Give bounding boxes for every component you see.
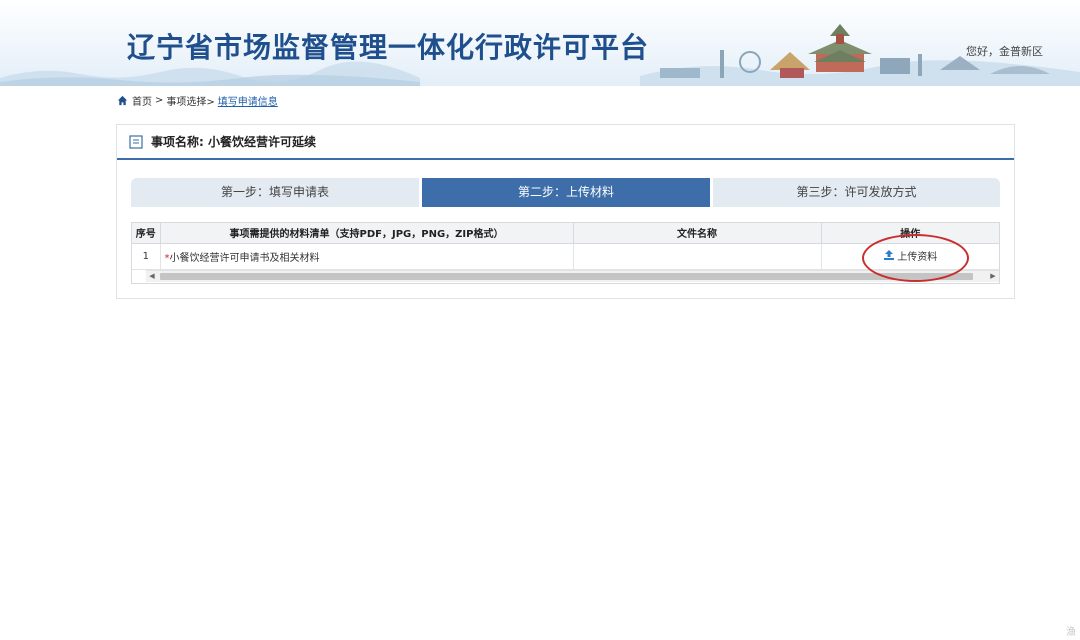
breadcrumb-item-select[interactable]: 事项选择> (166, 93, 214, 108)
upload-label: 上传资料 (897, 251, 938, 263)
application-panel: 事项名称: 小餐饮经营许可延续 第一步：填写申请表 第二步：上传材料 第三步：许… (116, 124, 1015, 299)
row-material: *小餐饮经营许可申请书及相关材料 (160, 243, 574, 270)
item-name-label: 事项名称: 小餐饮经营许可延续 (151, 135, 316, 149)
upload-icon (884, 250, 895, 261)
home-icon (117, 95, 128, 106)
header-index: 序号 (132, 223, 161, 244)
breadcrumb-current[interactable]: 填写申请信息 (218, 93, 278, 108)
row-action: 上传资料 (821, 243, 999, 270)
breadcrumb: 首页 > 事项选择> 填写申请信息 (117, 93, 278, 108)
material-name: 小餐饮经营许可申请书及相关材料 (169, 252, 320, 264)
table-header-row: 序号 事项需提供的材料清单（支持PDF，JPG，PNG，ZIP格式） 文件名称 … (132, 223, 999, 244)
page-header: 辽宁省市场监督管理一体化行政许可平台 您好，金普新区 (0, 0, 1080, 86)
breadcrumb-home[interactable]: 首页 (132, 93, 152, 108)
document-icon (129, 134, 143, 149)
panel-header: 事项名称: 小餐饮经营许可延续 (117, 125, 1014, 160)
upload-material-button[interactable]: 上传资料 (883, 248, 937, 263)
scroll-left-icon[interactable]: ◀ (146, 271, 158, 282)
step-tab-2[interactable]: 第二步：上传材料 (422, 178, 710, 207)
header-materials: 事项需提供的材料清单（支持PDF，JPG，PNG，ZIP格式） (160, 223, 574, 244)
step-tab-1[interactable]: 第一步：填写申请表 (131, 178, 419, 207)
breadcrumb-separator: > (155, 95, 164, 106)
row-filename (573, 243, 822, 270)
table-row: 1 *小餐饮经营许可申请书及相关材料 上传资料 (132, 243, 999, 270)
materials-table: 序号 事项需提供的材料清单（支持PDF，JPG，PNG，ZIP格式） 文件名称 … (131, 222, 1000, 284)
row-index: 1 (132, 243, 161, 270)
platform-title: 辽宁省市场监督管理一体化行政许可平台 (127, 31, 650, 64)
user-greeting: 您好，金普新区 (966, 45, 1043, 58)
corner-watermark: 渔 (1066, 627, 1076, 638)
scroll-right-icon[interactable]: ▶ (987, 271, 999, 282)
scrollbar-thumb[interactable] (160, 273, 973, 280)
step-tabs: 第一步：填写申请表 第二步：上传材料 第三步：许可发放方式 (131, 178, 1000, 207)
header-action: 操作 (821, 223, 999, 244)
header-filename: 文件名称 (573, 223, 822, 244)
step-tab-3[interactable]: 第三步：许可发放方式 (713, 178, 1000, 207)
horizontal-scrollbar[interactable]: ◀ ▶ (146, 270, 999, 282)
